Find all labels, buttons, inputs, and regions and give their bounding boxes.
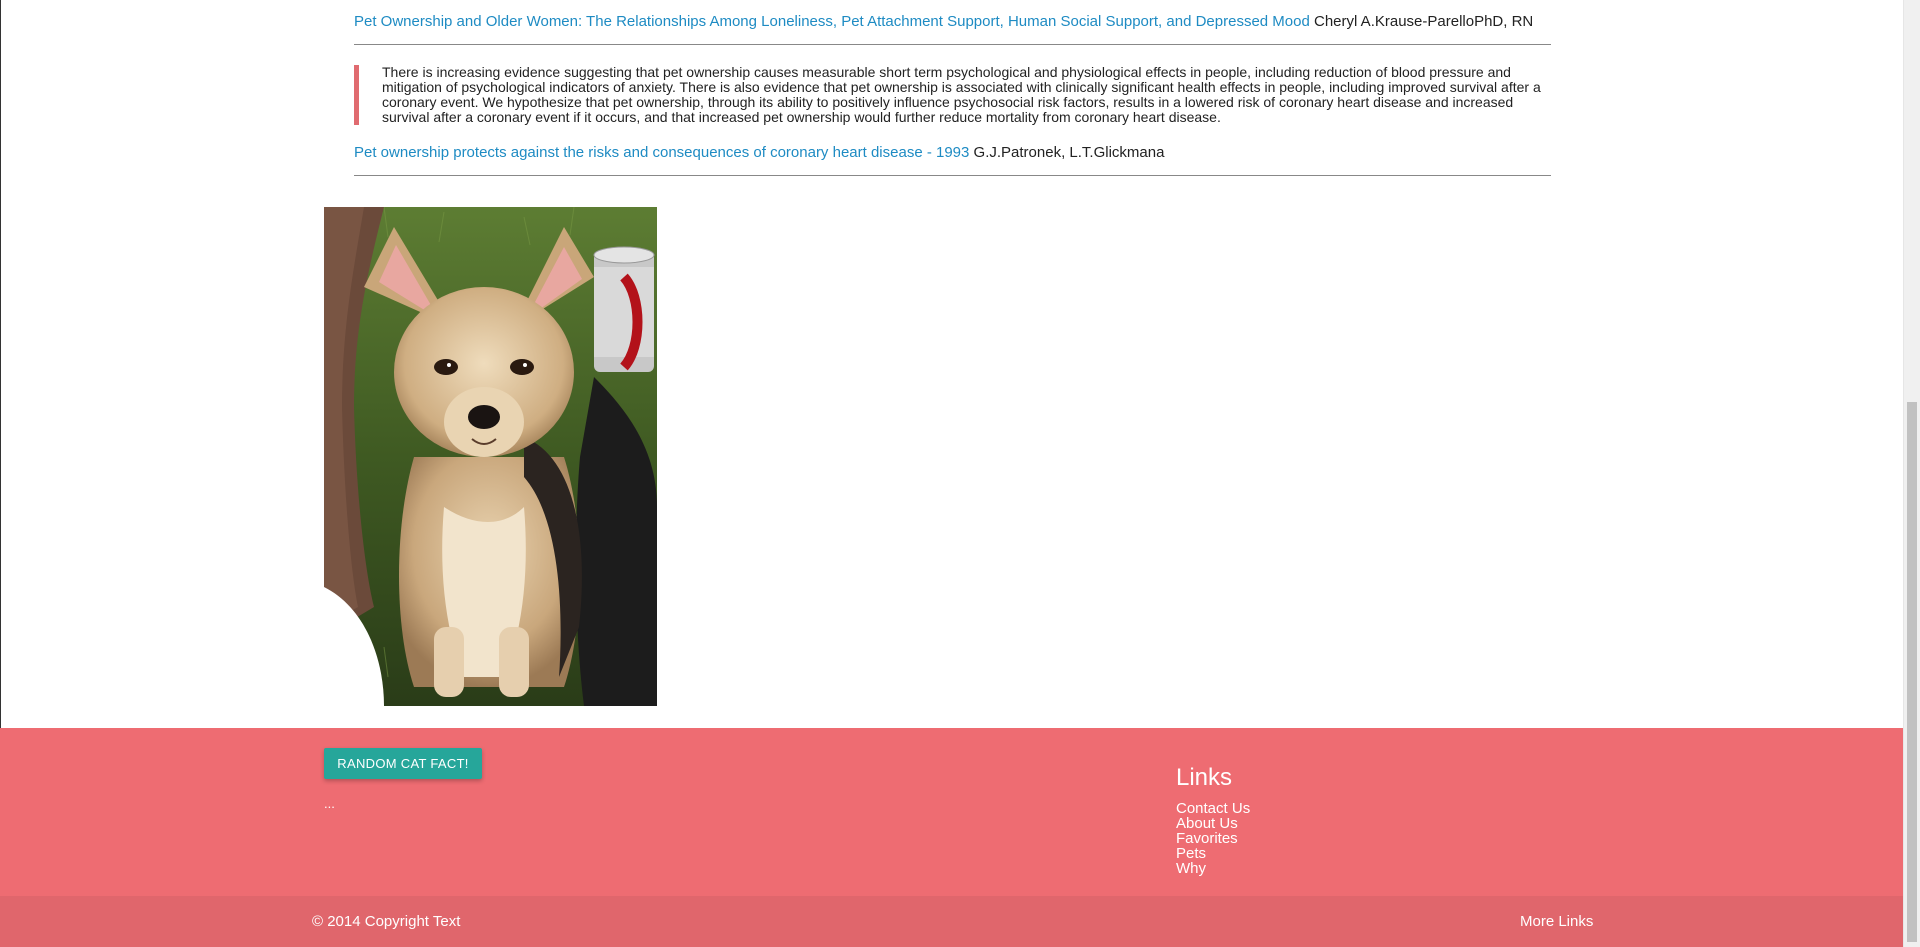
more-links-link[interactable]: More Links xyxy=(1520,913,1593,930)
reference-item: Pet Ownership and Older Women: The Relat… xyxy=(354,13,1551,31)
dog-photo xyxy=(324,207,657,706)
reference-link[interactable]: Pet Ownership and Older Women: The Relat… xyxy=(354,13,1310,30)
footer: RANDOM CAT FACT! ... Links Contact Us Ab… xyxy=(0,728,1904,896)
reference-authors: Cheryl A.Krause-ParelloPhD, RN xyxy=(1314,13,1534,30)
footer-links-list: Contact Us About Us Favorites Pets Why xyxy=(1176,801,1250,876)
page: Pet Ownership and Older Women: The Relat… xyxy=(0,0,1920,947)
vertical-scrollbar[interactable] xyxy=(1903,0,1920,947)
reference-link[interactable]: Pet ownership protects against the risks… xyxy=(354,144,969,161)
reference-item: Pet ownership protects against the risks… xyxy=(354,144,1551,162)
cat-fact-text: ... xyxy=(324,796,335,811)
footer-link-item: About Us xyxy=(1176,816,1250,831)
abstract-quote: There is increasing evidence suggesting … xyxy=(354,65,1551,125)
scrollbar-thumb[interactable] xyxy=(1907,402,1917,942)
random-cat-fact-button[interactable]: RANDOM CAT FACT! xyxy=(324,748,482,779)
copyright-bar: © 2014 Copyright Text More Links xyxy=(0,896,1904,947)
footer-link-why[interactable]: Why xyxy=(1176,860,1206,877)
footer-link-item: Why xyxy=(1176,861,1250,876)
footer-link-item: Contact Us xyxy=(1176,801,1250,816)
footer-link-item: Pets xyxy=(1176,846,1250,861)
footer-link-item: Favorites xyxy=(1176,831,1250,846)
page-left-edge xyxy=(0,0,1,728)
links-heading: Links xyxy=(1176,764,1233,791)
reference-authors: G.J.Patronek, L.T.Glickmana xyxy=(973,144,1165,161)
copyright-text: © 2014 Copyright Text xyxy=(312,913,461,930)
chihuahua-dog-photo-icon xyxy=(324,207,657,706)
divider xyxy=(354,175,1551,176)
divider xyxy=(354,44,1551,45)
